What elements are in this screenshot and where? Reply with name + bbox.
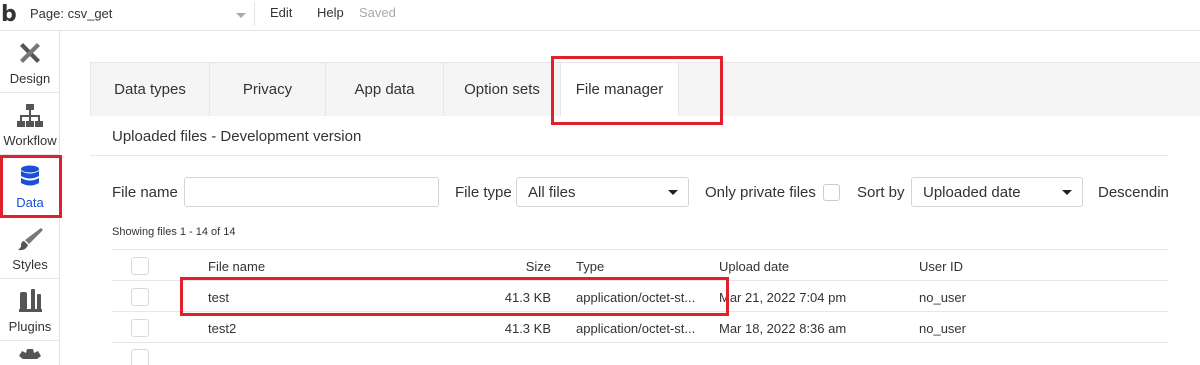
- column-header-file-name[interactable]: File name: [208, 259, 265, 274]
- sidebar-item-styles[interactable]: Styles: [0, 217, 60, 278]
- highlight-box-file-manager: [551, 56, 723, 125]
- menu-help[interactable]: Help: [317, 5, 344, 20]
- sidebar-item-plugins[interactable]: Plugins: [0, 279, 60, 340]
- table-row[interactable]: [112, 343, 1168, 365]
- file-size-cell: 41.3 KB: [504, 321, 551, 336]
- file-name-cell[interactable]: test2: [208, 321, 236, 336]
- sort-by-select[interactable]: Uploaded date: [911, 177, 1083, 207]
- page-selector-label: Page: csv_get: [30, 6, 113, 21]
- file-type-value: All files: [528, 184, 576, 201]
- file-name-input[interactable]: [184, 177, 439, 207]
- column-header-size[interactable]: Size: [502, 259, 551, 274]
- sort-by-label: Sort by: [857, 184, 905, 201]
- column-header-type[interactable]: Type: [576, 259, 604, 274]
- saved-status: Saved: [359, 5, 396, 20]
- tab-label: App data: [354, 81, 415, 98]
- sidebar-item-label: Design: [9, 71, 51, 86]
- user-id-cell: no_user: [919, 290, 966, 305]
- brush-icon: [18, 228, 43, 251]
- page-selector[interactable]: Page: csv_get: [20, 2, 255, 26]
- highlight-box-data: [0, 155, 62, 218]
- file-name-label: File name: [112, 184, 178, 201]
- sidebar-item-workflow[interactable]: Workflow: [0, 93, 60, 154]
- tab-label: Data types: [114, 81, 186, 98]
- plug-icon: [19, 289, 42, 312]
- sidebar-item-label: Workflow: [3, 133, 57, 148]
- tab-privacy[interactable]: Privacy: [210, 63, 326, 116]
- sidebar-divider: [0, 340, 60, 341]
- upload-date-cell: Mar 21, 2022 7:04 pm: [719, 290, 847, 305]
- table-row[interactable]: test2 41.3 KB application/octet-st... Ma…: [112, 312, 1168, 343]
- bubble-logo: b: [1, 2, 17, 27]
- row-checkbox[interactable]: [131, 319, 149, 337]
- select-all-checkbox[interactable]: [131, 257, 149, 275]
- workflow-icon: [17, 104, 43, 127]
- tab-app-data[interactable]: App data: [326, 63, 444, 116]
- editor-window: b Page: csv_get Edit Help Saved Design W…: [0, 0, 1200, 365]
- tab-label: Privacy: [242, 81, 293, 98]
- menu-edit[interactable]: Edit: [270, 5, 292, 20]
- tab-label: Option sets: [464, 81, 540, 98]
- chevron-down-icon: [668, 190, 678, 195]
- file-type-cell: application/octet-st...: [576, 321, 696, 336]
- file-type-label: File type: [455, 184, 512, 201]
- tab-option-sets[interactable]: Option sets: [444, 63, 561, 116]
- highlight-box-file-row: [180, 277, 729, 316]
- row-checkbox[interactable]: [131, 288, 149, 306]
- descending-label: Descendin: [1098, 184, 1169, 201]
- column-header-user-id[interactable]: User ID: [919, 259, 963, 274]
- sort-by-value: Uploaded date: [923, 184, 1021, 201]
- showing-count: Showing files 1 - 14 of 14: [112, 226, 236, 238]
- chevron-down-icon: [1062, 190, 1072, 195]
- tab-data-types[interactable]: Data types: [91, 63, 210, 116]
- row-checkbox[interactable]: [131, 349, 149, 365]
- user-id-cell: no_user: [919, 321, 966, 336]
- sidebar-item-label: Styles: [12, 257, 48, 272]
- private-files-checkbox[interactable]: [823, 184, 840, 201]
- upload-date-cell: Mar 18, 2022 8:36 am: [719, 321, 847, 336]
- column-header-upload-date[interactable]: Upload date: [719, 259, 789, 274]
- settings-icon[interactable]: [19, 347, 41, 365]
- chevron-down-icon: [236, 13, 246, 18]
- design-icon: [20, 43, 40, 63]
- top-bar: b Page: csv_get Edit Help Saved: [0, 0, 1200, 31]
- divider: [90, 155, 1168, 156]
- private-files-label: Only private files: [705, 184, 816, 201]
- sidebar-item-design[interactable]: Design: [0, 31, 60, 92]
- page-title: Uploaded files - Development version: [112, 128, 362, 145]
- file-type-select[interactable]: All files: [516, 177, 689, 207]
- sidebar-item-label: Plugins: [8, 319, 52, 334]
